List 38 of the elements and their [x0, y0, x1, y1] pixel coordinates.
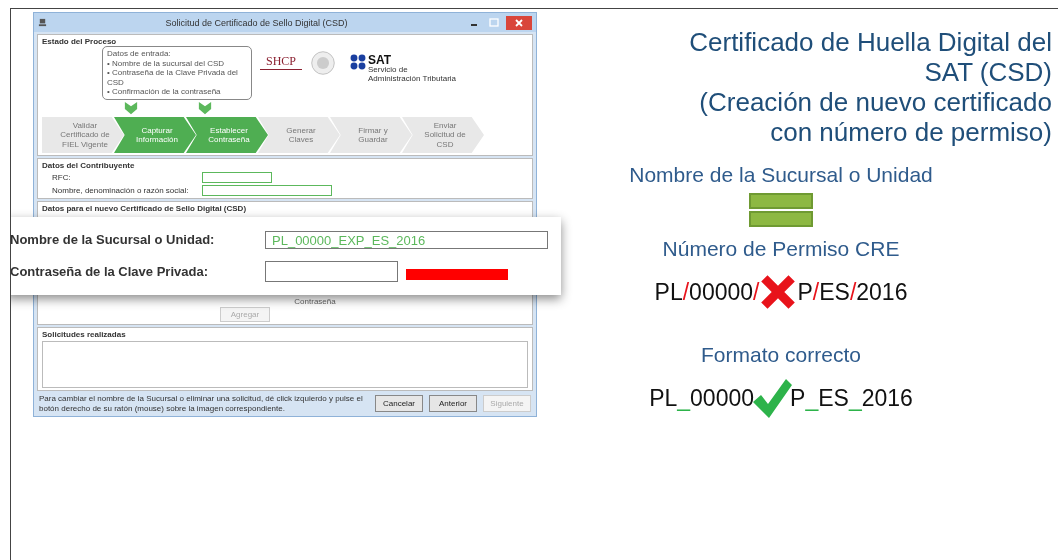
process-step: Enviar Solicitud de CSD: [402, 116, 484, 153]
slide-subheading: Nombre de la Sucursal o Unidad: [629, 163, 933, 187]
password-field[interactable]: [265, 260, 398, 282]
seal-icon: [310, 50, 337, 76]
field-label: Contraseña: [294, 296, 336, 306]
dots-logo-icon: [350, 54, 367, 70]
example-code-text: PL/00000/: [654, 278, 760, 306]
section-heading: Solicitudes realizadas: [42, 329, 127, 339]
slide-subheading: Formato correcto: [701, 343, 861, 367]
equals-icon: [749, 193, 813, 227]
input-field[interactable]: [202, 184, 332, 196]
field-label: Contraseña de la Clave Privada:: [11, 263, 209, 279]
logo-caption: Servicio de Administración Tributaria: [368, 66, 458, 84]
slide-title: Certificado de Huella Digital del SAT (CSD) (Creación de nuevo certificado con número de permiso): [689, 27, 1052, 147]
close-icon[interactable]: [506, 15, 532, 30]
example-code-text: PL_00000: [649, 384, 755, 412]
input-field[interactable]: PL_00000_EXP_ES_2016: [265, 230, 548, 249]
field-label: Nombre, denominación o razón social:: [52, 185, 190, 195]
down-chevron-icon: [124, 100, 138, 115]
dialog-button[interactable]: Cancelar: [375, 395, 423, 413]
shcp-logo: SHCP: [260, 54, 303, 70]
requests-list[interactable]: [42, 340, 528, 388]
field-label: Nombre de la Sucursal o Unidad:: [11, 232, 216, 247]
input-data-callout: Datos de entrada: • Nombre de la sucursal del CSD • Contraseña de la Clave Privada del CSD • Confirmación de la contraseña: [102, 46, 252, 100]
sat-logo-text: SAT: [368, 54, 393, 66]
example-code-text: P/ES/2016: [797, 278, 908, 306]
section-heading: Datos para el nuevo Certificado de Sello Digital (CSD): [42, 203, 247, 213]
section-heading: Datos del Contribuyente: [42, 160, 136, 170]
help-text: Para cambiar el nombre de la Sucursal o eliminar una solicitud, dé click izquierdo y pulse el botón derecho de su ratón (mouse) sobre la imagen correspondiente.: [39, 393, 364, 414]
dialog-button[interactable]: Anterior: [429, 395, 477, 413]
slide-subheading: Número de Permiso CRE: [662, 237, 900, 261]
example-code-text: P_ES_2016: [790, 384, 913, 412]
app-icon: [38, 18, 47, 27]
window-title: Solicitud de Certificado de Sello Digital (CSD): [164, 17, 349, 28]
down-chevron-icon: [198, 100, 212, 115]
section-heading: Estado del Proceso: [42, 37, 118, 46]
field-label: RFC:: [52, 172, 72, 182]
input-field[interactable]: [202, 171, 272, 183]
